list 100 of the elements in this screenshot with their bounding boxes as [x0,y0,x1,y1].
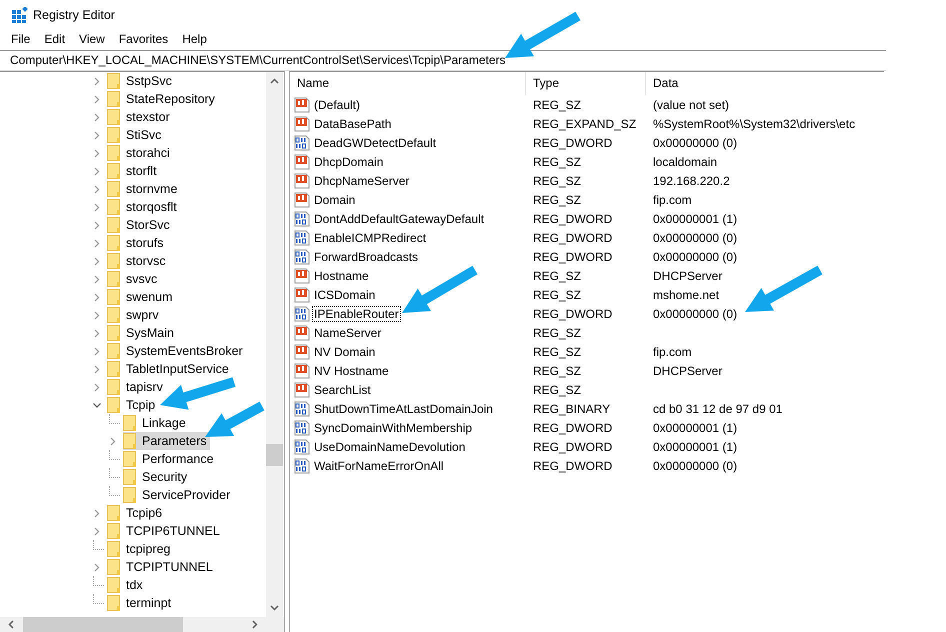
expand-chevron-icon[interactable] [93,526,101,536]
folder-icon [107,73,121,89]
menu-item[interactable]: File [4,32,38,46]
expand-chevron-icon[interactable] [93,94,101,104]
folder-icon [107,235,121,251]
tree-item[interactable]: SysMain [107,324,177,342]
tree-item[interactable]: tdx [107,576,146,594]
value-name[interactable]: SyncDomainWithMembership [312,420,474,436]
tree-item[interactable]: swprv [107,306,162,324]
value-name[interactable]: DeadGWDetectDefault [312,134,438,150]
value-name[interactable]: DataBasePath [312,116,394,132]
scroll-down-icon[interactable] [270,605,279,611]
tree-item[interactable]: StorSvc [107,216,173,234]
value-name[interactable]: NV Domain [312,344,378,360]
value-name[interactable]: Hostname [312,268,371,284]
tree-item[interactable]: Tcpip [107,396,158,414]
tree-item[interactable]: TabletInputService [107,360,232,378]
value-data: DHCPServer [652,268,722,282]
expand-chevron-icon[interactable] [93,310,101,320]
tree-item[interactable]: TCPIP6TUNNEL [107,522,223,540]
tree-item[interactable]: terminpt [107,594,174,612]
expand-chevron-icon[interactable] [93,148,101,158]
value-name[interactable]: ForwardBroadcasts [312,248,420,264]
value-name[interactable]: IPEnableRouter [312,306,401,322]
tree-item[interactable]: Parameters [123,432,210,450]
column-header[interactable]: Data [646,72,678,95]
expand-chevron-icon[interactable] [93,364,101,374]
scrollbar-thumb[interactable] [266,444,283,466]
value-name[interactable]: DontAddDefaultGatewayDefault [312,210,486,226]
value-name[interactable]: (Default) [312,96,362,112]
tree-item[interactable]: SystemEventsBroker [107,342,246,360]
scroll-up-icon[interactable] [270,78,279,84]
tree-item[interactable]: TCPIPTUNNEL [107,558,216,576]
expand-chevron-icon[interactable] [93,130,101,140]
tree-item[interactable]: swenum [107,288,176,306]
folder-icon [107,523,121,539]
column-header[interactable]: Type [526,72,646,95]
menu-item[interactable]: Favorites [112,32,176,46]
expand-chevron-icon[interactable] [93,202,101,212]
value-name[interactable]: Domain [312,192,358,208]
menu-item[interactable]: Help [175,32,214,46]
value-name[interactable]: EnableICMPRedirect [312,230,428,246]
expand-chevron-icon[interactable] [93,562,101,572]
value-data: DHCPServer [652,364,722,378]
value-name[interactable]: NameServer [312,324,384,340]
expand-chevron-icon[interactable] [93,256,101,266]
expand-chevron-icon[interactable] [93,238,101,248]
expand-chevron-icon[interactable] [93,382,101,392]
expand-chevron-icon[interactable] [93,346,101,356]
value-name[interactable]: ShutDownTimeAtLastDomainJoin [312,400,495,416]
tree-item[interactable]: StiSvc [107,126,164,144]
expand-chevron-icon[interactable] [93,274,101,284]
tree-item[interactable]: Tcpip6 [107,504,166,522]
folder-icon [107,361,121,377]
expand-chevron-icon[interactable] [93,220,101,230]
value-data: 0x00000000 (0) [652,306,738,320]
scroll-left-icon[interactable] [8,620,14,629]
value-name[interactable]: DhcpDomain [312,154,386,170]
value-data: (value not set) [652,98,730,112]
expand-chevron-icon[interactable] [109,436,117,446]
value-name[interactable]: SearchList [312,382,373,398]
tree-item[interactable]: stexstor [107,108,173,126]
value-name[interactable]: DhcpNameServer [312,172,412,188]
tree-item[interactable]: tcpipreg [107,540,174,558]
menu-item[interactable]: View [72,32,112,46]
tree-item[interactable]: SstpSvc [107,72,175,90]
expand-chevron-icon[interactable] [93,76,101,86]
column-header[interactable]: Name [290,72,526,95]
folder-icon [107,91,121,107]
collapse-chevron-icon[interactable] [93,400,101,410]
expand-chevron-icon[interactable] [93,184,101,194]
tree-item[interactable]: Performance [123,450,217,468]
tree-item[interactable]: StateRepository [107,90,218,108]
address-bar[interactable]: Computer\HKEY_LOCAL_MACHINE\SYSTEM\CurrentControlSet\Services\Tcpip\Parameters [0,50,886,71]
tree-item[interactable]: storvsc [107,252,169,270]
value-data: 0x00000001 (1) [652,212,738,226]
folder-icon [107,307,121,323]
scroll-right-icon[interactable] [252,620,258,629]
value-name[interactable]: WaitForNameErrorOnAll [312,458,446,474]
expand-chevron-icon[interactable] [93,292,101,302]
tree-item[interactable]: storflt [107,162,160,180]
tree-item[interactable]: Linkage [123,414,189,432]
folder-icon [107,289,121,305]
tree-item[interactable]: storqosflt [107,198,180,216]
expand-chevron-icon[interactable] [93,112,101,122]
tree-item[interactable]: storahci [107,144,173,162]
value-name[interactable]: NV Hostname [312,362,391,378]
tree-item[interactable]: Security [123,468,190,486]
tree-item[interactable]: tapisrv [107,378,166,396]
scrollbar-thumb[interactable] [22,617,183,632]
value-name[interactable]: UseDomainNameDevolution [312,438,468,454]
menu-item[interactable]: Edit [37,32,72,46]
expand-chevron-icon[interactable] [93,166,101,176]
tree-item[interactable]: stornvme [107,180,180,198]
tree-item[interactable]: storufs [107,234,167,252]
expand-chevron-icon[interactable] [93,508,101,518]
expand-chevron-icon[interactable] [93,328,101,338]
value-name[interactable]: ICSDomain [312,286,378,302]
tree-item[interactable]: svsvc [107,270,160,288]
tree-item[interactable]: ServiceProvider [123,486,234,504]
